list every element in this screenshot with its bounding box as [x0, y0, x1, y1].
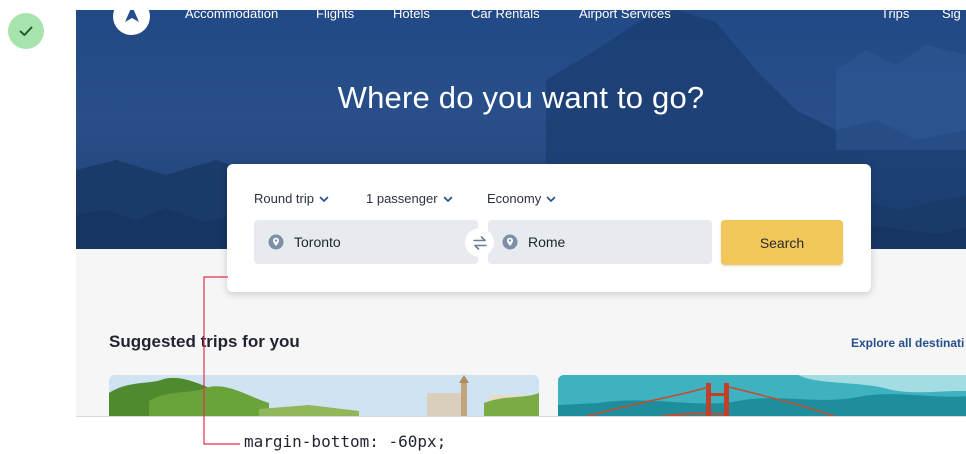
brand-logo-icon — [124, 10, 139, 22]
trip-type-select[interactable]: Round trip — [254, 191, 329, 206]
location-pin-icon — [268, 234, 284, 250]
explore-all-destinations-link[interactable]: Explore all destinati — [851, 336, 964, 350]
suggested-trips-title: Suggested trips for you — [109, 332, 300, 351]
origin-value: Toronto — [294, 234, 341, 250]
nav-link-hotels[interactable]: Hotels — [393, 10, 430, 21]
passenger-count-value: 1 passenger — [366, 191, 438, 206]
destination-field[interactable]: Rome — [488, 220, 712, 264]
cabin-class-select[interactable]: Economy — [487, 191, 556, 206]
annotation-label: margin-bottom: -60px; — [244, 432, 447, 451]
swap-locations-button[interactable] — [465, 228, 494, 257]
top-navigation: Accommodation Flights Hotels Car Rentals… — [76, 10, 966, 35]
chevron-down-icon — [546, 196, 556, 202]
destination-value: Rome — [528, 234, 566, 250]
nav-link-flights[interactable]: Flights — [316, 10, 354, 21]
checkmark-icon — [19, 26, 33, 36]
flight-search-card: Round trip 1 passenger Economy Toronto R… — [227, 164, 871, 292]
search-button[interactable]: Search — [721, 220, 843, 265]
chevron-down-icon — [319, 196, 329, 202]
location-pin-icon — [502, 234, 518, 250]
success-check-badge — [8, 13, 44, 49]
trip-card-bridge[interactable] — [558, 375, 966, 416]
nav-link-sign-in[interactable]: Sig — [942, 10, 961, 21]
nav-link-accommodation[interactable]: Accommodation — [185, 10, 278, 21]
nav-link-airport-services[interactable]: Airport Services — [579, 10, 671, 21]
passenger-count-select[interactable]: 1 passenger — [366, 191, 453, 206]
swap-arrows-icon — [472, 235, 487, 250]
trip-type-value: Round trip — [254, 191, 314, 206]
page-screenshot-frame: Accommodation Flights Hotels Car Rentals… — [76, 10, 966, 417]
origin-field[interactable]: Toronto — [254, 220, 478, 264]
nav-link-car-rentals[interactable]: Car Rentals — [471, 10, 540, 21]
park-photo — [109, 375, 539, 416]
hero-title: Where do you want to go? — [337, 80, 705, 115]
golden-gate-bridge-photo — [558, 375, 966, 416]
nav-link-trips[interactable]: Trips — [881, 10, 909, 21]
chevron-down-icon — [443, 196, 452, 202]
cabin-class-value: Economy — [487, 191, 542, 206]
trip-card-park[interactable] — [109, 375, 539, 416]
